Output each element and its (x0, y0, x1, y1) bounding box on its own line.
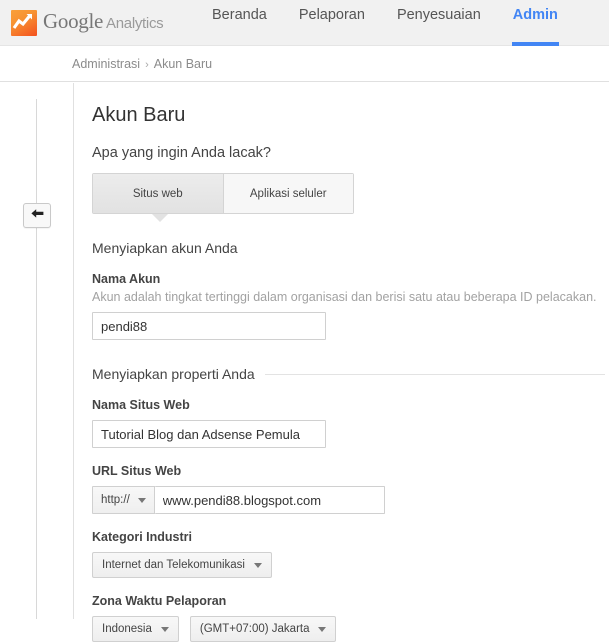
site-name-input[interactable] (92, 420, 326, 448)
logo-analytics-text: Analytics (106, 15, 164, 32)
breadcrumb-current: Akun Baru (153, 57, 213, 71)
industry-category-dropdown[interactable]: Internet dan Telekomunikasi (92, 552, 272, 578)
protocol-dropdown-value: http:// (101, 494, 130, 506)
section-heading-account: Menyiapkan akun Anda (92, 240, 609, 256)
timezone-zone-dropdown[interactable]: (GMT+07:00) Jakarta (189, 616, 337, 642)
account-name-input[interactable] (92, 312, 326, 340)
site-url-label: URL Situs Web (92, 464, 182, 478)
breadcrumb-separator-icon: › (145, 59, 149, 71)
timezone-zone-value: (GMT+07:00) Jakarta (199, 623, 310, 635)
nav-item-penyesuaian[interactable]: Penyesuaian (381, 0, 497, 46)
protocol-dropdown[interactable]: http:// (92, 486, 155, 514)
timezone-country-value: Indonesia (102, 623, 152, 635)
chevron-down-icon (160, 626, 169, 632)
section-rule (264, 373, 605, 375)
section-heading-account-label: Menyiapkan akun Anda (92, 240, 238, 256)
nav-item-admin[interactable]: Admin (497, 0, 574, 46)
chevron-down-icon (318, 626, 327, 632)
account-name-label: Nama Akun (92, 272, 161, 286)
selected-tab-caret-icon (152, 214, 168, 222)
site-url-row: http:// (92, 486, 609, 514)
google-analytics-logo[interactable]: Google Analytics (11, 8, 164, 37)
rail-divider (36, 99, 37, 619)
timezone-row: Indonesia (GMT+07:00) Jakarta (92, 608, 609, 642)
industry-category-label: Kategori Industri (92, 530, 193, 544)
content-panel: Akun Baru Apa yang ingin Anda lacak? Sit… (73, 83, 609, 642)
account-name-hint: Akun adalah tingkat tertinggi dalam orga… (92, 290, 597, 304)
chevron-down-icon (254, 562, 262, 568)
top-header-bar: Google Analytics Beranda Pelaporan Penyes… (0, 0, 609, 46)
tracking-type-tabs: Situs web Aplikasi seluler (92, 173, 354, 222)
main-navigation: Beranda Pelaporan Penyesuaian Admin (196, 0, 574, 46)
google-analytics-logo-icon (11, 9, 37, 36)
breadcrumb: Administrasi › Akun Baru (72, 57, 212, 71)
timezone-country-dropdown[interactable]: Indonesia (92, 616, 179, 642)
left-rail (0, 83, 73, 619)
industry-category-value: Internet dan Telekomunikasi (102, 559, 245, 571)
logo-google-text: Google (43, 9, 104, 33)
breadcrumb-link-administrasi[interactable]: Administrasi (72, 57, 140, 71)
logo-wordmark: Google Analytics (43, 8, 164, 37)
section-heading-property-label: Menyiapkan properti Anda (92, 366, 255, 382)
chevron-down-icon (137, 497, 146, 503)
tab-situs-web[interactable]: Situs web (93, 174, 224, 213)
collapse-sidebar-button[interactable] (23, 203, 51, 228)
site-url-input[interactable] (154, 486, 385, 514)
timezone-label: Zona Waktu Pelaporan (92, 594, 227, 608)
arrow-left-icon (30, 207, 45, 225)
tracking-question-label: Apa yang ingin Anda lacak? (92, 145, 271, 161)
breadcrumb-bar: Administrasi › Akun Baru (0, 47, 609, 82)
nav-item-beranda[interactable]: Beranda (196, 0, 283, 46)
tab-aplikasi-seluler[interactable]: Aplikasi seluler (223, 174, 353, 213)
page-title: Akun Baru (92, 104, 186, 126)
site-name-label: Nama Situs Web (92, 398, 190, 412)
section-heading-property: Menyiapkan properti Anda (92, 366, 609, 382)
nav-item-pelaporan[interactable]: Pelaporan (283, 0, 381, 46)
